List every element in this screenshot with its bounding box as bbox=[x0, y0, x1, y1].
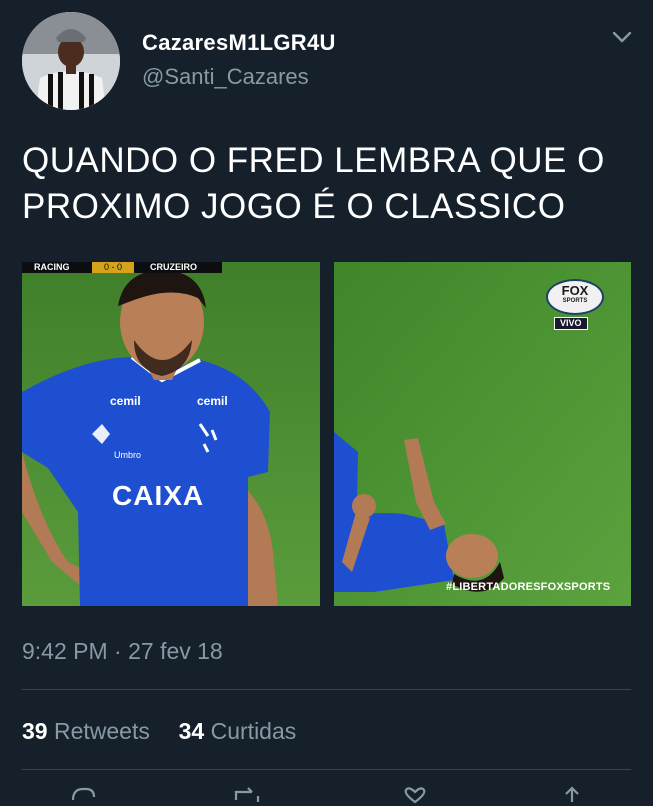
tweet-timestamp[interactable]: 9:42 PM · 27 fev 18 bbox=[22, 638, 223, 665]
score-home-team: RACING bbox=[34, 262, 70, 272]
broadcast-hashtag: #LIBERTADORESFOXSPORTS bbox=[446, 581, 611, 593]
tweet-text: QUANDO O FRED LEMBRA QUE O PROXIMO JOGO … bbox=[22, 138, 632, 230]
tweet-text-line: PROXIMO JOGO É O CLASSICO bbox=[22, 187, 566, 226]
retweets-count[interactable]: 39 bbox=[22, 718, 48, 744]
share-icon[interactable] bbox=[560, 786, 584, 806]
tweet-stats: 39 Retweets 34 Curtidas bbox=[22, 718, 296, 745]
likes-label[interactable]: Curtidas bbox=[211, 718, 297, 744]
jersey-chest-brand-right: cemil bbox=[197, 394, 228, 408]
tweet-action-bar bbox=[0, 786, 653, 806]
jersey-sponsor: CAIXA bbox=[112, 480, 205, 511]
media-image-left[interactable]: RACING 0 - 0 CRUZEIRO cemil cemil Umbro … bbox=[22, 262, 320, 606]
likes-count[interactable]: 34 bbox=[179, 718, 205, 744]
jersey-chest-brand: cemil bbox=[110, 394, 141, 408]
player-smiling-image bbox=[22, 262, 320, 606]
score-away-team: CRUZEIRO bbox=[150, 262, 197, 272]
divider bbox=[22, 769, 631, 770]
jersey-kit-brand: Umbro bbox=[114, 450, 142, 460]
avatar-image bbox=[22, 12, 120, 110]
avatar[interactable] bbox=[22, 12, 120, 110]
fox-sports-logo: FOX SPORTS bbox=[546, 279, 604, 315]
scoreboard-overlay: RACING 0 - 0 CRUZEIRO bbox=[22, 262, 222, 273]
fox-logo-text: FOX bbox=[561, 283, 589, 298]
display-name[interactable]: CazaresM1LGR4U bbox=[142, 30, 336, 56]
retweets-label[interactable]: Retweets bbox=[54, 718, 150, 744]
tweet-text-line: QUANDO O FRED LEMBRA QUE O bbox=[22, 141, 605, 180]
divider bbox=[22, 689, 631, 690]
fox-logo-sub: SPORTS bbox=[562, 298, 588, 304]
live-badge: VIVO bbox=[554, 317, 588, 330]
tweet-media: RACING 0 - 0 CRUZEIRO cemil cemil Umbro … bbox=[22, 262, 631, 606]
media-image-right[interactable]: FOX SPORTS VIVO #LIBERTADORESFOXSPORTS bbox=[334, 262, 631, 606]
chevron-down-icon[interactable] bbox=[611, 28, 633, 46]
heart-icon[interactable] bbox=[400, 786, 430, 806]
user-handle[interactable]: @Santi_Cazares bbox=[142, 64, 309, 90]
score-value: 0 - 0 bbox=[92, 262, 134, 273]
player-lying-image bbox=[334, 262, 631, 606]
retweet-icon[interactable] bbox=[232, 786, 262, 806]
reply-icon[interactable] bbox=[70, 786, 96, 806]
